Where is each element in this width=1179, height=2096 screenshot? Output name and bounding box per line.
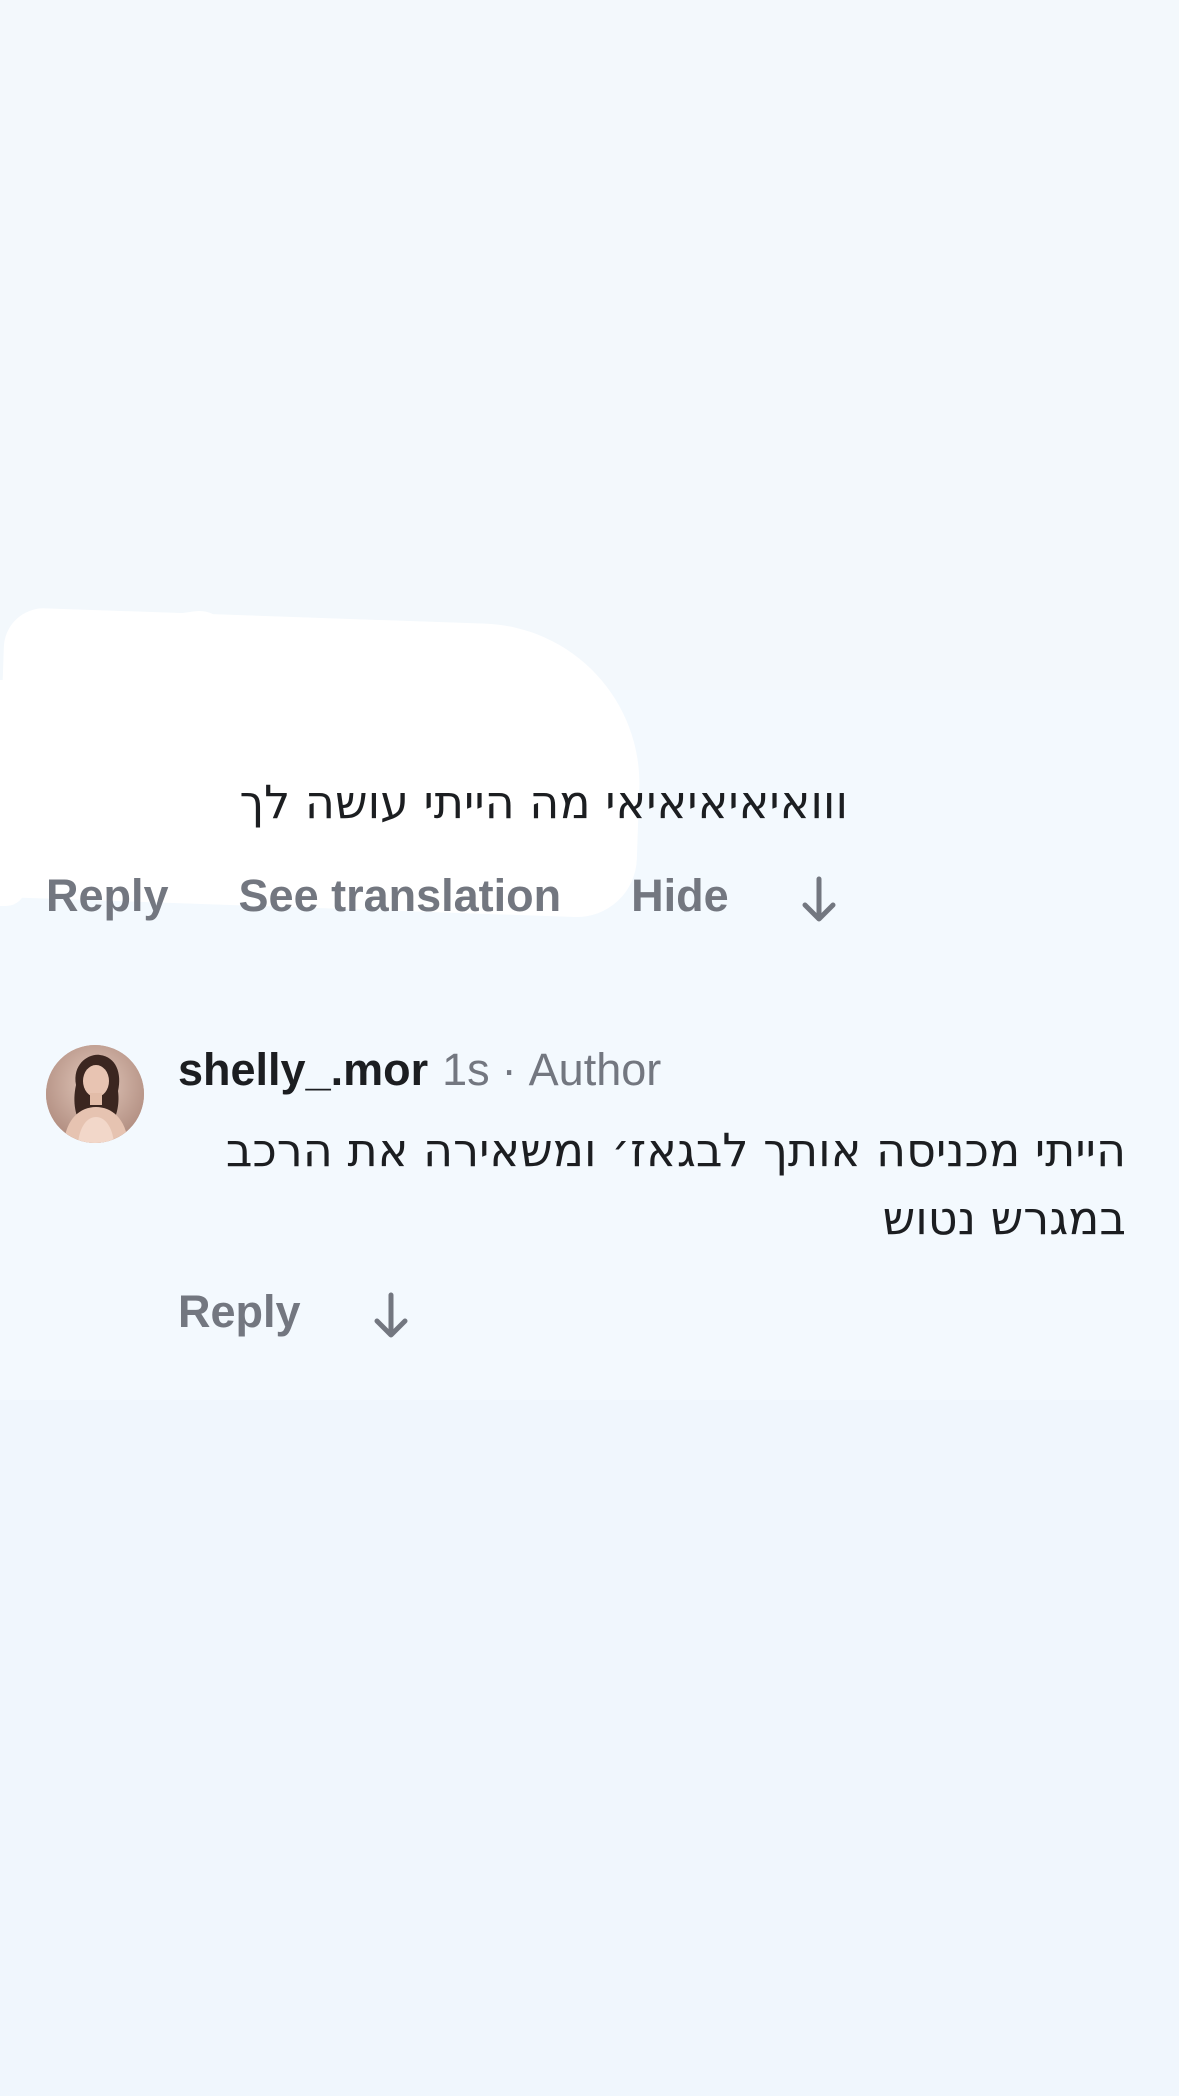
comment-text: ווואיאיאיאיאי מה הייתי עושה לך [239, 775, 848, 829]
comment-text: הייתי מכניסה אותך לבגאז׳ ומשאירה את הרכב… [225, 1123, 1126, 1245]
timestamp: 1s [442, 1044, 490, 1095]
avatar[interactable] [46, 1045, 144, 1143]
username[interactable]: shelly_.mor [178, 1044, 428, 1096]
redaction-mark-tail [0, 680, 26, 906]
see-translation-button[interactable]: See translation [239, 870, 562, 922]
comment-actions: Reply [178, 1282, 411, 1342]
arrow-down-icon[interactable] [799, 875, 839, 925]
arrow-down-icon[interactable] [371, 1291, 411, 1341]
background-bottom [0, 1400, 1179, 2096]
background-top [0, 0, 1179, 690]
reply-button[interactable]: Reply [178, 1286, 301, 1338]
comment-header: shelly_.mor 1s · Author [178, 1044, 661, 1104]
separator-dot: · [501, 1044, 517, 1095]
comment-actions: Reply See translation Hide [46, 866, 839, 926]
hide-button[interactable]: Hide [631, 870, 729, 922]
author-badge: Author [528, 1044, 662, 1095]
reply-button[interactable]: Reply [46, 870, 169, 922]
